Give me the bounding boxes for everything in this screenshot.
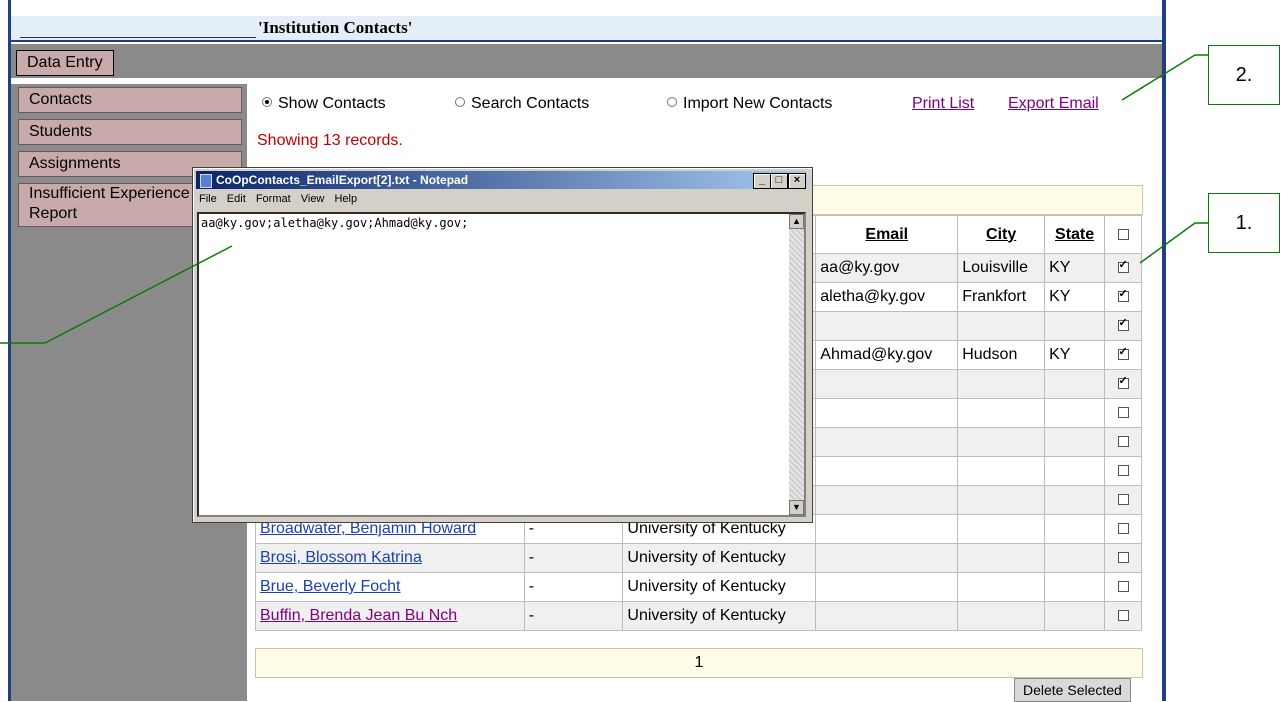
callout-line-1 — [1139, 222, 1210, 264]
callout-2: 2. — [1208, 45, 1280, 105]
callout-line-3 — [0, 245, 233, 344]
callout-1: 1. — [1208, 193, 1280, 253]
callout-lines — [0, 54, 1210, 344]
callout-line-2 — [1121, 54, 1210, 101]
